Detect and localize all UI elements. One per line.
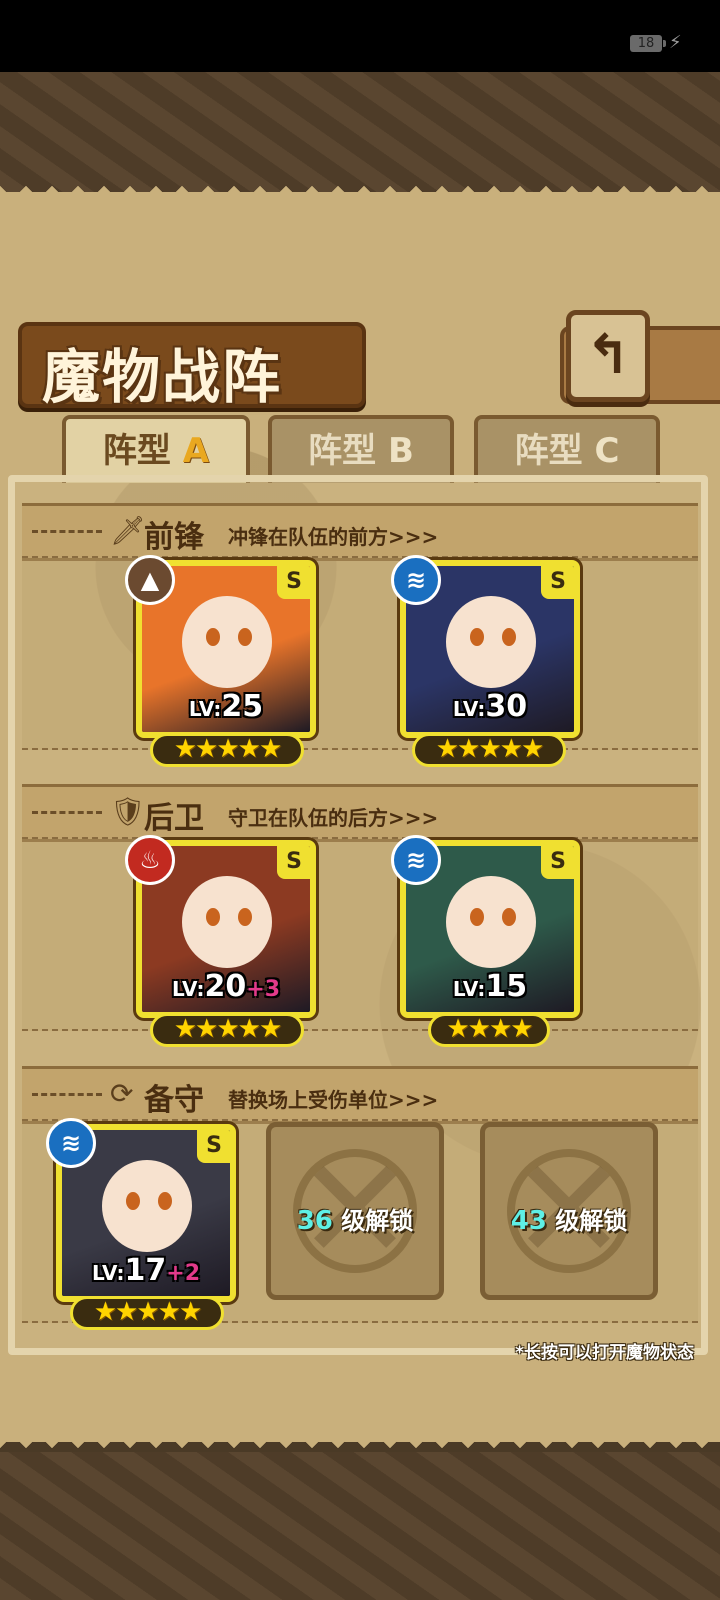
level-value: 25 bbox=[221, 689, 264, 724]
unit-eye bbox=[502, 908, 516, 926]
rear-row bbox=[22, 837, 698, 1031]
unlock-level: 43 bbox=[510, 1206, 547, 1236]
unit-eye bbox=[158, 1192, 172, 1210]
level-label: LV: bbox=[91, 1261, 125, 1285]
star-rating: ★★★★★ bbox=[150, 1013, 304, 1047]
tab-formation-a[interactable]: 阵型 A bbox=[62, 415, 250, 483]
swap-icon: ⟳ bbox=[110, 1077, 134, 1110]
page-title: 魔物战阵 bbox=[42, 343, 283, 411]
unit-eye bbox=[206, 908, 220, 926]
section-vanguard: 🗡 前锋 冲锋在队伍的前方>>> bbox=[22, 503, 698, 561]
earth-element-icon: ▲ bbox=[125, 555, 175, 605]
unit-eye bbox=[126, 1192, 140, 1210]
unit-eye bbox=[502, 628, 516, 646]
water-element-icon: ≋ bbox=[391, 555, 441, 605]
unlock-text: 级解锁 bbox=[341, 1207, 414, 1235]
tab-label: 阵型 bbox=[514, 431, 583, 471]
level-bonus: +2 bbox=[166, 1261, 201, 1286]
divider-line bbox=[32, 1093, 102, 1096]
unit-eye bbox=[238, 628, 252, 646]
grade-badge: S bbox=[277, 566, 310, 599]
unit-eye bbox=[470, 908, 484, 926]
unit-face bbox=[102, 1160, 192, 1252]
level-label: LV: bbox=[188, 697, 222, 721]
status-bar: 18 ⚡ bbox=[0, 0, 720, 72]
star-rating: ★★★★ bbox=[428, 1013, 550, 1047]
unit-eye bbox=[470, 628, 484, 646]
unit-face bbox=[182, 876, 272, 968]
tab-label: 阵型 bbox=[102, 431, 171, 471]
unit-level: LV:15 bbox=[406, 969, 574, 1004]
section-description: 替换场上受伤单位>>> bbox=[228, 1088, 439, 1112]
level-value: 30 bbox=[485, 689, 528, 724]
bolt-icon: ⚡ bbox=[669, 32, 682, 53]
unit-eye bbox=[206, 628, 220, 646]
water-element-icon: ≋ bbox=[391, 835, 441, 885]
section-description: 冲锋在队伍的前方>>> bbox=[228, 525, 439, 549]
unlock-level: 36 bbox=[296, 1206, 333, 1236]
unit-level: LV:20+3 bbox=[142, 969, 310, 1004]
divider-line bbox=[32, 530, 102, 533]
grade-badge: S bbox=[277, 846, 310, 879]
panel-edge-top bbox=[0, 178, 720, 204]
title-plate: 魔物战阵 bbox=[18, 322, 366, 411]
grade-badge: S bbox=[197, 1130, 230, 1163]
unlock-label: 36 级解锁 bbox=[271, 1201, 439, 1236]
section-description: 守卫在队伍的后方>>> bbox=[228, 806, 439, 830]
long-press-hint: *长按可以打开魔物状态 bbox=[515, 1343, 694, 1363]
tab-formation-b[interactable]: 阵型 B bbox=[268, 415, 454, 483]
map-background-bottom bbox=[0, 1452, 720, 1600]
tab-letter: A bbox=[182, 431, 210, 471]
locked-slot[interactable]: ✕ 36 级解锁 bbox=[266, 1122, 444, 1300]
sword-icon: 🗡 bbox=[110, 514, 146, 547]
unlock-label: 43 级解锁 bbox=[485, 1201, 653, 1236]
unit-eye bbox=[238, 908, 252, 926]
battery-level: 18 bbox=[637, 36, 655, 51]
battery-icon: 18 bbox=[630, 35, 666, 52]
level-label: LV: bbox=[452, 697, 486, 721]
grade-badge: S bbox=[541, 566, 574, 599]
section-title: 前锋 bbox=[144, 520, 204, 555]
tab-label: 阵型 bbox=[308, 431, 377, 471]
locked-slot[interactable]: ✕ 43 级解锁 bbox=[480, 1122, 658, 1300]
unit-level: LV:30 bbox=[406, 689, 574, 724]
tab-formation-c[interactable]: 阵型 C bbox=[474, 415, 660, 483]
shield-icon: 🛡 bbox=[110, 795, 146, 828]
level-bonus: +3 bbox=[246, 977, 281, 1002]
level-label: LV: bbox=[452, 977, 486, 1001]
map-background-top bbox=[0, 72, 720, 192]
return-arrow-icon: ↰ bbox=[585, 323, 631, 386]
star-rating: ★★★★★ bbox=[412, 733, 566, 767]
tab-letter: C bbox=[594, 431, 620, 471]
grade-badge: S bbox=[541, 846, 574, 879]
back-button[interactable]: ↰ bbox=[566, 310, 650, 402]
unit-face bbox=[446, 876, 536, 968]
section-rear: 🛡 后卫 守卫在队伍的后方>>> bbox=[22, 784, 698, 842]
level-value: 20 bbox=[204, 969, 247, 1004]
vanguard-row bbox=[22, 556, 698, 750]
star-rating: ★★★★★ bbox=[70, 1296, 224, 1330]
level-label: LV: bbox=[171, 977, 205, 1001]
unlock-text: 级解锁 bbox=[555, 1207, 628, 1235]
unit-face bbox=[182, 596, 272, 688]
unit-level: LV:17+2 bbox=[62, 1253, 230, 1288]
level-value: 15 bbox=[485, 969, 528, 1004]
panel-edge-bottom bbox=[0, 1430, 720, 1456]
section-reserve: ⟳ 备守 替换场上受伤单位>>> bbox=[22, 1066, 698, 1124]
section-title: 备守 bbox=[144, 1083, 204, 1118]
level-value: 17 bbox=[124, 1253, 167, 1288]
water-element-icon: ≋ bbox=[46, 1118, 96, 1168]
unit-face bbox=[446, 596, 536, 688]
section-title: 后卫 bbox=[144, 801, 204, 836]
divider-line bbox=[32, 811, 102, 814]
star-rating: ★★★★★ bbox=[150, 733, 304, 767]
tab-letter: B bbox=[387, 431, 414, 471]
unit-level: LV:25 bbox=[142, 689, 310, 724]
fire-element-icon: ♨ bbox=[125, 835, 175, 885]
